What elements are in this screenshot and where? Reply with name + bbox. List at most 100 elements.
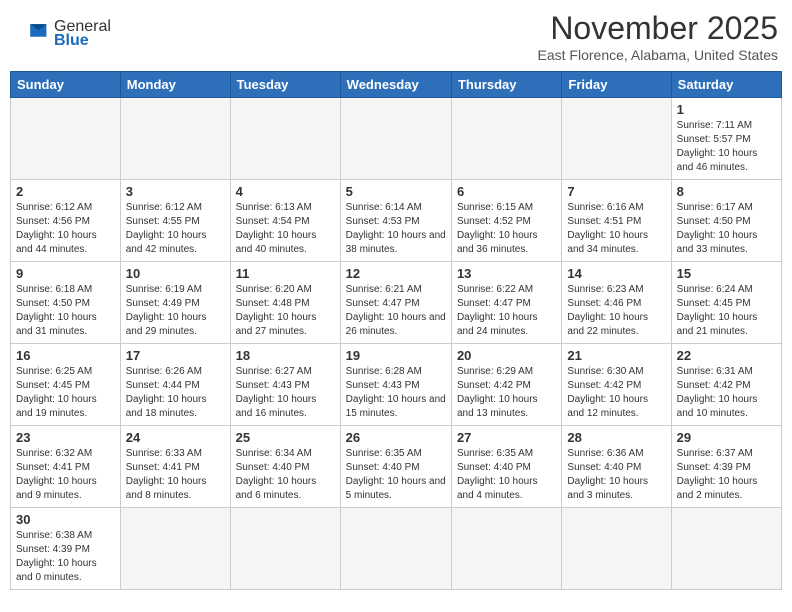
calendar-cell: 30 Sunrise: 6:38 AM Sunset: 4:39 PM Dayli… [11, 508, 121, 590]
day-number: 9 [16, 266, 115, 281]
calendar-cell [451, 98, 561, 180]
calendar-week-row: 16 Sunrise: 6:25 AM Sunset: 4:45 PM Dayli… [11, 344, 782, 426]
calendar-cell: 8 Sunrise: 6:17 AM Sunset: 4:50 PM Daylig… [671, 180, 781, 262]
calendar-cell: 25 Sunrise: 6:34 AM Sunset: 4:40 PM Dayli… [230, 426, 340, 508]
day-number: 17 [126, 348, 225, 363]
calendar-cell: 12Sunrise: 6:21 AM Sunset: 4:47 PM Dayli… [340, 262, 451, 344]
calendar-week-row: 1 Sunrise: 7:11 AM Sunset: 5:57 PM Daylig… [11, 98, 782, 180]
day-number: 10 [126, 266, 225, 281]
day-info: Sunrise: 6:36 AM Sunset: 4:40 PM Dayligh… [567, 447, 665, 503]
day-info: Sunrise: 6:27 AM Sunset: 4:43 PM Dayligh… [236, 365, 335, 421]
calendar-cell: 13 Sunrise: 6:22 AM Sunset: 4:47 PM Dayli… [451, 262, 561, 344]
day-info: Sunrise: 6:28 AM Sunset: 4:43 PM Dayligh… [346, 365, 446, 421]
col-header-saturday: Saturday [671, 72, 781, 98]
day-number: 13 [457, 266, 556, 281]
calendar-cell [230, 98, 340, 180]
calendar-cell [562, 98, 671, 180]
day-number: 25 [236, 430, 335, 445]
day-info: Sunrise: 6:16 AM Sunset: 4:51 PM Dayligh… [567, 201, 665, 257]
day-info: Sunrise: 6:25 AM Sunset: 4:45 PM Dayligh… [16, 365, 115, 421]
calendar-cell: 9 Sunrise: 6:18 AM Sunset: 4:50 PM Daylig… [11, 262, 121, 344]
calendar-cell: 10 Sunrise: 6:19 AM Sunset: 4:49 PM Dayli… [120, 262, 230, 344]
calendar-cell: 3 Sunrise: 6:12 AM Sunset: 4:55 PM Daylig… [120, 180, 230, 262]
calendar-cell [562, 508, 671, 590]
day-info: Sunrise: 6:35 AM Sunset: 4:40 PM Dayligh… [346, 447, 446, 503]
calendar-cell [11, 98, 121, 180]
calendar-cell [340, 508, 451, 590]
calendar-cell: 29Sunrise: 6:37 AM Sunset: 4:39 PM Dayli… [671, 426, 781, 508]
day-number: 1 [677, 102, 776, 117]
col-header-tuesday: Tuesday [230, 72, 340, 98]
page-header: General Blue November 2025 East Florence… [10, 10, 782, 63]
calendar-week-row: 23Sunrise: 6:32 AM Sunset: 4:41 PM Dayli… [11, 426, 782, 508]
day-number: 6 [457, 184, 556, 199]
col-header-friday: Friday [562, 72, 671, 98]
calendar-week-row: 30 Sunrise: 6:38 AM Sunset: 4:39 PM Dayli… [11, 508, 782, 590]
day-number: 8 [677, 184, 776, 199]
day-info: Sunrise: 6:34 AM Sunset: 4:40 PM Dayligh… [236, 447, 335, 503]
calendar-cell: 23Sunrise: 6:32 AM Sunset: 4:41 PM Dayli… [11, 426, 121, 508]
logo: General Blue [14, 18, 111, 50]
day-number: 3 [126, 184, 225, 199]
col-header-wednesday: Wednesday [340, 72, 451, 98]
day-number: 22 [677, 348, 776, 363]
day-number: 16 [16, 348, 115, 363]
calendar-cell [120, 508, 230, 590]
day-info: Sunrise: 6:30 AM Sunset: 4:42 PM Dayligh… [567, 365, 665, 421]
day-info: Sunrise: 6:26 AM Sunset: 4:44 PM Dayligh… [126, 365, 225, 421]
day-number: 24 [126, 430, 225, 445]
calendar-cell: 5 Sunrise: 6:14 AM Sunset: 4:53 PM Daylig… [340, 180, 451, 262]
day-number: 14 [567, 266, 665, 281]
day-number: 28 [567, 430, 665, 445]
location-title: East Florence, Alabama, United States [538, 47, 778, 63]
day-number: 19 [346, 348, 446, 363]
day-info: Sunrise: 6:12 AM Sunset: 4:55 PM Dayligh… [126, 201, 225, 257]
calendar-cell: 6Sunrise: 6:15 AM Sunset: 4:52 PM Daylig… [451, 180, 561, 262]
day-number: 20 [457, 348, 556, 363]
calendar-cell: 28 Sunrise: 6:36 AM Sunset: 4:40 PM Dayli… [562, 426, 671, 508]
calendar-cell [451, 508, 561, 590]
calendar-cell: 21Sunrise: 6:30 AM Sunset: 4:42 PM Dayli… [562, 344, 671, 426]
logo-icon [14, 20, 50, 48]
day-info: Sunrise: 6:20 AM Sunset: 4:48 PM Dayligh… [236, 283, 335, 339]
calendar-cell: 17 Sunrise: 6:26 AM Sunset: 4:44 PM Dayli… [120, 344, 230, 426]
calendar-cell [340, 98, 451, 180]
col-header-thursday: Thursday [451, 72, 561, 98]
day-info: Sunrise: 7:11 AM Sunset: 5:57 PM Dayligh… [677, 119, 776, 175]
col-header-monday: Monday [120, 72, 230, 98]
calendar-cell: 14Sunrise: 6:23 AM Sunset: 4:46 PM Dayli… [562, 262, 671, 344]
day-info: Sunrise: 6:33 AM Sunset: 4:41 PM Dayligh… [126, 447, 225, 503]
day-number: 5 [346, 184, 446, 199]
calendar-week-row: 9 Sunrise: 6:18 AM Sunset: 4:50 PM Daylig… [11, 262, 782, 344]
day-info: Sunrise: 6:22 AM Sunset: 4:47 PM Dayligh… [457, 283, 556, 339]
day-info: Sunrise: 6:24 AM Sunset: 4:45 PM Dayligh… [677, 283, 776, 339]
day-info: Sunrise: 6:19 AM Sunset: 4:49 PM Dayligh… [126, 283, 225, 339]
calendar-cell: 26 Sunrise: 6:35 AM Sunset: 4:40 PM Dayli… [340, 426, 451, 508]
day-number: 26 [346, 430, 446, 445]
calendar-cell: 27Sunrise: 6:35 AM Sunset: 4:40 PM Dayli… [451, 426, 561, 508]
day-info: Sunrise: 6:18 AM Sunset: 4:50 PM Dayligh… [16, 283, 115, 339]
calendar-header-row: SundayMondayTuesdayWednesdayThursdayFrid… [11, 72, 782, 98]
day-number: 2 [16, 184, 115, 199]
calendar-cell: 7Sunrise: 6:16 AM Sunset: 4:51 PM Daylig… [562, 180, 671, 262]
day-info: Sunrise: 6:38 AM Sunset: 4:39 PM Dayligh… [16, 529, 115, 585]
day-info: Sunrise: 6:32 AM Sunset: 4:41 PM Dayligh… [16, 447, 115, 503]
day-info: Sunrise: 6:13 AM Sunset: 4:54 PM Dayligh… [236, 201, 335, 257]
day-number: 18 [236, 348, 335, 363]
day-number: 15 [677, 266, 776, 281]
calendar-cell: 22 Sunrise: 6:31 AM Sunset: 4:42 PM Dayli… [671, 344, 781, 426]
calendar-table: SundayMondayTuesdayWednesdayThursdayFrid… [10, 71, 782, 590]
day-number: 30 [16, 512, 115, 527]
calendar-cell: 18 Sunrise: 6:27 AM Sunset: 4:43 PM Dayli… [230, 344, 340, 426]
day-info: Sunrise: 6:31 AM Sunset: 4:42 PM Dayligh… [677, 365, 776, 421]
calendar-cell: 16 Sunrise: 6:25 AM Sunset: 4:45 PM Dayli… [11, 344, 121, 426]
day-info: Sunrise: 6:14 AM Sunset: 4:53 PM Dayligh… [346, 201, 446, 257]
day-number: 11 [236, 266, 335, 281]
day-number: 27 [457, 430, 556, 445]
calendar-cell: 20Sunrise: 6:29 AM Sunset: 4:42 PM Dayli… [451, 344, 561, 426]
calendar-cell [671, 508, 781, 590]
calendar-cell: 15 Sunrise: 6:24 AM Sunset: 4:45 PM Dayli… [671, 262, 781, 344]
calendar-cell: 2Sunrise: 6:12 AM Sunset: 4:56 PM Daylig… [11, 180, 121, 262]
calendar-cell [230, 508, 340, 590]
day-info: Sunrise: 6:17 AM Sunset: 4:50 PM Dayligh… [677, 201, 776, 257]
